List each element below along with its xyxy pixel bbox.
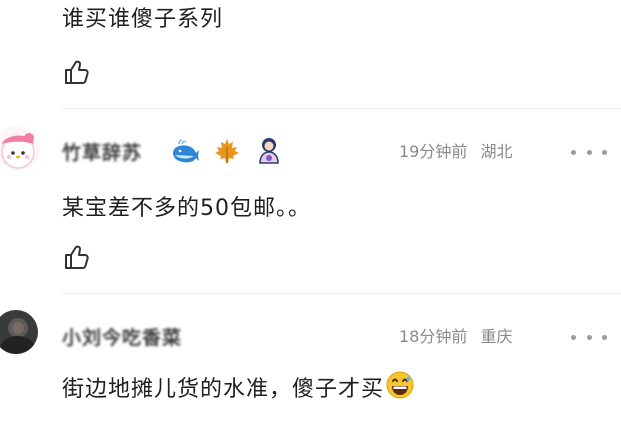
thumbs-up-icon: [65, 245, 89, 269]
comment-time: 19分钟前: [399, 142, 468, 161]
avatar[interactable]: [0, 310, 38, 354]
username[interactable]: 竹草辞苏: [62, 140, 142, 166]
more-dots-icon: [571, 149, 576, 155]
avatar[interactable]: [0, 126, 40, 170]
comment-meta: 19分钟前 湖北: [399, 141, 512, 163]
comment-time: 18分钟前: [399, 327, 468, 346]
maple-leaf-icon: [212, 136, 242, 166]
username[interactable]: 小刘今吃香菜: [62, 325, 182, 351]
whale-icon: [170, 136, 200, 166]
comment-location: 湖北: [480, 142, 513, 161]
more-button[interactable]: [571, 326, 607, 348]
like-button[interactable]: [62, 243, 90, 271]
user-badges: [170, 136, 284, 166]
like-button[interactable]: [62, 58, 90, 86]
fan-badge-icon: [254, 136, 284, 166]
grinning-sweat-emoji: [386, 371, 414, 409]
comment-text: 谁买谁傻子系列: [62, 7, 224, 32]
thumbs-up-icon: [65, 60, 89, 84]
comment-text-row: 街边地摊儿货的水准，傻子才买: [62, 371, 414, 409]
comment-list: 谁买谁傻子系列 竹草辞苏 19分钟前 湖北 某宝差不多的50包邮。。 小刘今吃香…: [0, 0, 621, 424]
comment-text: 街边地摊儿货的水准，傻子才买: [62, 377, 385, 402]
more-dots-icon: [571, 334, 576, 340]
comment-text: 某宝差不多的50包邮。。: [62, 196, 311, 221]
divider: [62, 108, 621, 109]
comment-location: 重庆: [480, 327, 513, 346]
more-button[interactable]: [571, 141, 607, 163]
comment-meta: 18分钟前 重庆: [399, 326, 512, 348]
divider: [62, 293, 621, 294]
